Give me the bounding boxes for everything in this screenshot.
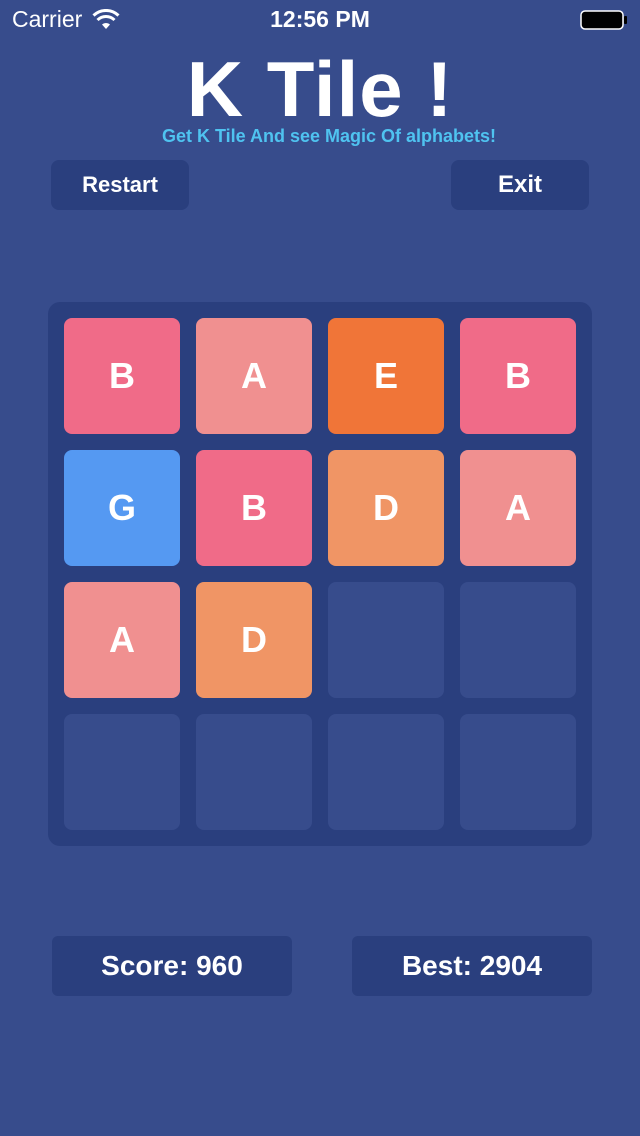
status-bar: Carrier 12:56 PM bbox=[0, 0, 640, 40]
tile-a: A bbox=[196, 318, 312, 434]
tile-a: A bbox=[64, 582, 180, 698]
battery-icon bbox=[580, 10, 627, 30]
empty-cell bbox=[328, 582, 444, 698]
empty-cell bbox=[196, 714, 312, 830]
game-board[interactable]: BAEBGBDAAD bbox=[48, 302, 592, 846]
tile-d: D bbox=[328, 450, 444, 566]
empty-cell bbox=[460, 714, 576, 830]
empty-cell bbox=[328, 714, 444, 830]
tile-b: B bbox=[64, 318, 180, 434]
tile-a: A bbox=[460, 450, 576, 566]
exit-button[interactable]: Exit bbox=[451, 160, 589, 210]
app-title: K Tile ! bbox=[186, 45, 454, 133]
tile-e: E bbox=[328, 318, 444, 434]
score-display: Score: 960 bbox=[52, 936, 292, 996]
tile-d: D bbox=[196, 582, 312, 698]
tile-b: B bbox=[460, 318, 576, 434]
tile-g: G bbox=[64, 450, 180, 566]
app-subtitle: Get K Tile And see Magic Of alphabets! bbox=[161, 126, 497, 146]
empty-cell bbox=[64, 714, 180, 830]
status-time: 12:56 PM bbox=[270, 6, 370, 32]
empty-cell bbox=[460, 582, 576, 698]
tile-b: B bbox=[196, 450, 312, 566]
restart-button[interactable]: Restart bbox=[51, 160, 189, 210]
best-score-display: Best: 2904 bbox=[352, 936, 592, 996]
